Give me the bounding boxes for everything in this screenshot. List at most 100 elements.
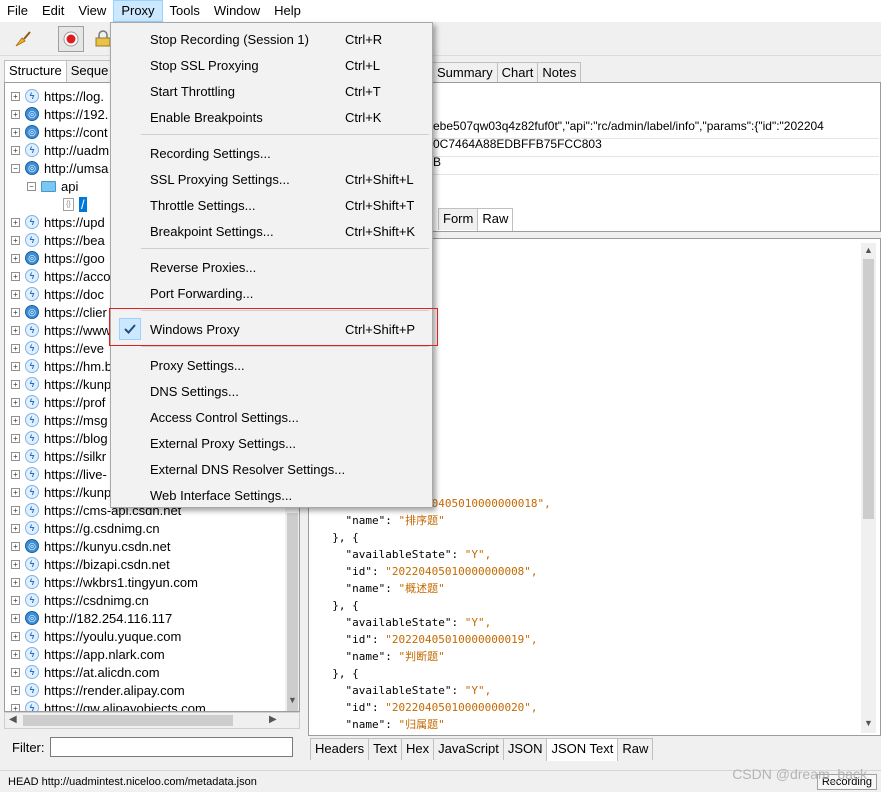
tree-row[interactable]: + ϟ https://www bbox=[11, 321, 111, 339]
tree-row[interactable]: + ◎ https://goo bbox=[11, 249, 105, 267]
tab-raw[interactable]: Raw bbox=[617, 738, 654, 760]
scroll-down-arrow-icon[interactable]: ▼ bbox=[288, 695, 297, 705]
menu-tools[interactable]: Tools bbox=[163, 0, 207, 22]
tree-row[interactable]: + ϟ https://hm.b bbox=[11, 357, 112, 375]
menu-item-start-throttling[interactable]: Start Throttling Ctrl+T bbox=[111, 78, 432, 104]
expand-icon[interactable]: + bbox=[11, 415, 20, 425]
collapse-icon[interactable]: − bbox=[11, 163, 20, 173]
tab-notes[interactable]: Notes bbox=[537, 62, 582, 84]
expand-icon[interactable]: + bbox=[11, 559, 20, 569]
tree-row[interactable]: + ϟ https://app.nlark.com bbox=[11, 645, 165, 663]
tree-row[interactable]: + ϟ https://doc bbox=[11, 285, 104, 303]
menu-item-enable-breakpoints[interactable]: Enable Breakpoints Ctrl+K bbox=[111, 104, 432, 130]
tree-row[interactable]: + ϟ https://eve bbox=[11, 339, 104, 357]
expand-icon[interactable]: + bbox=[11, 667, 20, 677]
tree-row[interactable]: − api bbox=[27, 177, 78, 195]
tree-row[interactable]: + ϟ https://prof bbox=[11, 393, 105, 411]
tree-row[interactable]: + ◎ http://182.254.116.117 bbox=[11, 609, 172, 627]
tree-row[interactable]: + ϟ https://csdnimg.cn bbox=[11, 591, 149, 609]
tree-row[interactable]: + ϟ https://blog bbox=[11, 429, 108, 447]
tab-summary[interactable]: Summary bbox=[432, 62, 498, 84]
expand-icon[interactable]: + bbox=[11, 505, 20, 515]
tab-raw[interactable]: Raw bbox=[477, 208, 514, 231]
tree-row[interactable]: − ◎ http://umsa bbox=[11, 159, 108, 177]
tree-row[interactable]: + ϟ http://uadm bbox=[11, 141, 109, 159]
menu-item-breakpoint-settings[interactable]: Breakpoint Settings... Ctrl+Shift+K bbox=[111, 218, 432, 244]
tab-chart[interactable]: Chart bbox=[496, 62, 539, 84]
tree-row[interactable]: + ϟ https://kunp bbox=[11, 483, 111, 501]
tree-row[interactable]: + ϟ https://wkbrs1.tingyun.com bbox=[11, 573, 198, 591]
menu-edit[interactable]: Edit bbox=[35, 0, 71, 22]
expand-icon[interactable]: + bbox=[11, 541, 20, 551]
tree-row[interactable]: + ϟ https://g.csdnimg.cn bbox=[11, 519, 160, 537]
expand-icon[interactable]: + bbox=[11, 685, 20, 695]
expand-icon[interactable]: + bbox=[11, 595, 20, 605]
expand-icon[interactable]: + bbox=[11, 523, 20, 533]
menu-item-access-control-settings[interactable]: Access Control Settings... bbox=[111, 404, 432, 430]
menu-item-reverse-proxies[interactable]: Reverse Proxies... bbox=[111, 254, 432, 280]
expand-icon[interactable]: + bbox=[11, 469, 20, 479]
menu-item-web-interface-settings[interactable]: Web Interface Settings... bbox=[111, 482, 432, 508]
menu-help[interactable]: Help bbox=[267, 0, 308, 22]
json-vertical-scrollbar[interactable]: ▲ ▼ bbox=[861, 243, 876, 733]
tree-row[interactable]: + ϟ https://at.alicdn.com bbox=[11, 663, 160, 681]
tree-row[interactable]: + ϟ https://render.alipay.com bbox=[11, 681, 185, 699]
menu-item-port-forwarding[interactable]: Port Forwarding... bbox=[111, 280, 432, 306]
expand-icon[interactable]: + bbox=[11, 91, 20, 101]
tree-row[interactable]: + ϟ https://youlu.yuque.com bbox=[11, 627, 181, 645]
expand-icon[interactable]: + bbox=[11, 649, 20, 659]
tree-row[interactable]: + ϟ https://bizapi.csdn.net bbox=[11, 555, 170, 573]
tree-row[interactable]: + ◎ https://kunyu.csdn.net bbox=[11, 537, 170, 555]
menu-proxy[interactable]: Proxy bbox=[113, 0, 163, 22]
scroll-thumb[interactable] bbox=[863, 259, 874, 519]
menu-item-stop-recording-session-1[interactable]: Stop Recording (Session 1) Ctrl+R bbox=[111, 26, 432, 52]
menu-item-external-dns-resolver-settings[interactable]: External DNS Resolver Settings... bbox=[111, 456, 432, 482]
tree-row[interactable]: + ϟ https://silkr bbox=[11, 447, 106, 465]
expand-icon[interactable]: + bbox=[11, 433, 20, 443]
expand-icon[interactable]: + bbox=[11, 307, 20, 317]
tab-text[interactable]: Text bbox=[368, 738, 402, 760]
tree-row[interactable]: + ϟ https://log. bbox=[11, 87, 104, 105]
scroll-left-arrow-icon[interactable]: ◀ bbox=[9, 714, 17, 725]
scroll-right-arrow-icon[interactable]: ▶ bbox=[269, 714, 277, 725]
expand-icon[interactable]: + bbox=[11, 109, 20, 119]
tree-row[interactable]: + ◎ https://clier bbox=[11, 303, 107, 321]
expand-icon[interactable]: + bbox=[11, 451, 20, 461]
expand-icon[interactable]: + bbox=[11, 613, 20, 623]
tree-row[interactable]: + ϟ https://bea bbox=[11, 231, 105, 249]
expand-icon[interactable]: + bbox=[11, 271, 20, 281]
expand-icon[interactable]: + bbox=[11, 325, 20, 335]
tab-form[interactable]: Form bbox=[438, 208, 479, 230]
scroll-thumb[interactable] bbox=[287, 513, 298, 711]
scroll-thumb[interactable] bbox=[23, 715, 233, 726]
scroll-up-arrow-icon[interactable]: ▲ bbox=[864, 245, 873, 255]
expand-icon[interactable]: + bbox=[11, 631, 20, 641]
expand-icon[interactable]: + bbox=[11, 379, 20, 389]
expand-icon[interactable]: + bbox=[11, 487, 20, 497]
tree-horizontal-scrollbar[interactable]: ◀ ▶ bbox=[4, 712, 300, 729]
menu-item-ssl-proxying-settings[interactable]: SSL Proxying Settings... Ctrl+Shift+L bbox=[111, 166, 432, 192]
tree-row[interactable]: + ϟ https://live- bbox=[11, 465, 107, 483]
menu-item-dns-settings[interactable]: DNS Settings... bbox=[111, 378, 432, 404]
tree-row[interactable]: + ϟ https://msg bbox=[11, 411, 108, 429]
filter-input[interactable] bbox=[50, 737, 293, 757]
menu-window[interactable]: Window bbox=[207, 0, 267, 22]
expand-icon[interactable]: + bbox=[11, 235, 20, 245]
expand-icon[interactable]: + bbox=[11, 343, 20, 353]
record-button[interactable] bbox=[58, 26, 84, 52]
expand-icon[interactable]: + bbox=[11, 217, 20, 227]
expand-icon[interactable]: + bbox=[11, 361, 20, 371]
menu-item-external-proxy-settings[interactable]: External Proxy Settings... bbox=[111, 430, 432, 456]
tab-structure[interactable]: Structure bbox=[4, 60, 67, 83]
tab-json-text[interactable]: JSON Text bbox=[546, 738, 619, 761]
tree-row[interactable]: + ϟ https://acco bbox=[11, 267, 110, 285]
collapse-icon[interactable]: − bbox=[27, 181, 36, 191]
expand-icon[interactable]: + bbox=[11, 397, 20, 407]
expand-icon[interactable]: + bbox=[11, 127, 20, 137]
tab-json[interactable]: JSON bbox=[502, 738, 548, 760]
tree-row[interactable]: + ϟ https://upd bbox=[11, 213, 105, 231]
tab-hex[interactable]: Hex bbox=[400, 738, 435, 760]
tree-row[interactable]: + ◎ https://192. bbox=[11, 105, 108, 123]
menu-view[interactable]: View bbox=[71, 0, 113, 22]
tree-row[interactable]: {} / bbox=[63, 195, 87, 213]
